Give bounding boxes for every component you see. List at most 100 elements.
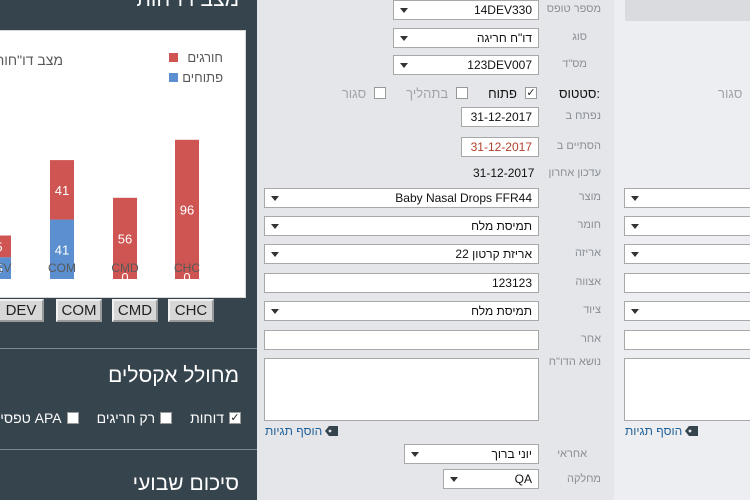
add-tags-link[interactable]: הוסף תגיות bbox=[265, 424, 339, 438]
chevron-down-icon bbox=[631, 309, 639, 314]
excel-generator-title: מחולל אקסלים bbox=[108, 364, 239, 387]
closed-date-input[interactable]: 31-12-2017 bbox=[461, 137, 539, 157]
other-label: אחר bbox=[580, 333, 601, 345]
category-label: CHC bbox=[174, 261, 200, 275]
secondary-status-row: סגור bbox=[718, 85, 750, 101]
status-in-progress-checkbox[interactable] bbox=[456, 87, 469, 99]
bar-label-exceeding: 56 bbox=[118, 231, 132, 246]
serial-number-label: מס"ד bbox=[562, 58, 587, 70]
chart-filter-dev-button[interactable]: DEV bbox=[0, 299, 44, 322]
chevron-down-icon bbox=[400, 36, 408, 41]
bar-label-exceeding: 41 bbox=[55, 183, 69, 198]
secondary-closed-label: סגור bbox=[718, 85, 743, 101]
other-input[interactable] bbox=[264, 330, 539, 350]
excel-option-exceptions-only[interactable]: רק חריגים bbox=[96, 410, 173, 426]
chart-svg: מצב דו"חות חורגיםפתוחים 554141056096 DEV… bbox=[0, 50, 223, 285]
reports-checkbox[interactable]: ✓ bbox=[229, 412, 241, 424]
chart-category-labels: DEV COM CMD CHC bbox=[0, 261, 200, 275]
excel-option-label: טפסי APA bbox=[0, 410, 62, 426]
chevron-down-icon bbox=[400, 8, 408, 13]
chevron-down-icon bbox=[631, 196, 639, 201]
report-type-select[interactable]: דו"ח חריגה bbox=[393, 28, 539, 48]
status-open-label: פתוח bbox=[488, 85, 517, 101]
category-label: CMD bbox=[111, 261, 139, 275]
equipment-select[interactable]: תמיסת מלח bbox=[264, 301, 539, 321]
equipment-label: ציוד bbox=[583, 304, 601, 316]
chevron-down-icon bbox=[631, 224, 639, 229]
status-row: סטטוס: ✓ פתוח בתהליך סגור bbox=[342, 85, 600, 101]
excel-option-reports[interactable]: ✓ דוחות bbox=[190, 410, 241, 426]
bar-label-open: 41 bbox=[55, 242, 69, 257]
legend-swatch bbox=[169, 73, 178, 82]
status-closed-label: סגור bbox=[341, 85, 367, 101]
department-label: מחלקה bbox=[567, 473, 601, 485]
chart-filter-com-button[interactable]: COM bbox=[56, 299, 102, 322]
excel-option-label: רק חריגים bbox=[96, 410, 156, 426]
product-select[interactable]: Baby Nasal Drops FFR44 bbox=[264, 188, 539, 208]
report-subject-textarea[interactable] bbox=[264, 358, 539, 421]
apa-forms-checkbox[interactable] bbox=[66, 412, 79, 424]
add-tags-label: הוסף תגיות bbox=[265, 424, 323, 438]
exceptions-only-checkbox[interactable] bbox=[160, 412, 173, 424]
excel-option-label: דוחות bbox=[190, 410, 224, 426]
chevron-down-icon bbox=[271, 196, 279, 201]
closed-date-label: הסתיים ב bbox=[556, 140, 601, 152]
report-type-label: סוג bbox=[572, 31, 587, 43]
packaging-label: אריזה bbox=[575, 247, 601, 259]
chevron-down-icon bbox=[400, 63, 408, 68]
chart-legend: חורגים פתוחים bbox=[169, 50, 223, 85]
status-closed-checkbox[interactable] bbox=[374, 87, 387, 99]
divider bbox=[0, 348, 257, 349]
add-tags-label: הוסף תגיות bbox=[625, 424, 683, 438]
reports-sidebar: מצב דו"חות מצב דו"חות חורגיםפתוחים 55414… bbox=[0, 0, 257, 500]
chevron-down-icon bbox=[271, 252, 279, 257]
opened-date-input[interactable]: 31-12-2017 bbox=[461, 107, 539, 127]
secondary-packaging-select[interactable] bbox=[624, 244, 750, 264]
chevron-down-icon bbox=[411, 452, 419, 457]
secondary-subject-textarea[interactable] bbox=[624, 358, 750, 421]
report-subject-label: נושא הדו"ח bbox=[548, 356, 601, 368]
legend-swatch bbox=[169, 53, 178, 62]
material-select[interactable]: תמיסת מלח bbox=[264, 216, 539, 236]
excel-options: ✓ דוחות רק חריגים טפסי APA bbox=[0, 410, 241, 426]
product-label: מוצר bbox=[578, 191, 601, 203]
secondary-other-input[interactable] bbox=[624, 330, 750, 350]
chart-bar-labels: 554141056096 bbox=[0, 183, 194, 285]
serial-number-select[interactable]: 123DEV007 bbox=[393, 55, 539, 75]
secondary-equipment-select[interactable] bbox=[624, 301, 750, 321]
department-select[interactable]: QA bbox=[443, 469, 539, 489]
chart-filter-chc-button[interactable]: CHC bbox=[168, 299, 214, 322]
secondary-header-bar bbox=[625, 0, 750, 21]
last-updated-label: עדכון אחרון bbox=[548, 167, 601, 179]
chevron-down-icon bbox=[271, 224, 279, 229]
responsible-select[interactable]: יוני ברוך bbox=[404, 444, 539, 464]
report-form: 14DEV330 מספר טופס דו"ח חריגה סוג 123DEV… bbox=[257, 0, 614, 500]
chevron-down-icon bbox=[631, 252, 639, 257]
reports-status-chart: מצב דו"חות חורגיםפתוחים 554141056096 DEV… bbox=[0, 30, 246, 298]
chevron-down-icon bbox=[450, 477, 458, 482]
secondary-product-select[interactable] bbox=[624, 188, 750, 208]
reports-status-title: מצב דו"חות bbox=[136, 0, 239, 12]
opened-date-label: נפתח ב bbox=[565, 110, 601, 122]
chart-bars bbox=[0, 139, 199, 279]
secondary-add-tags-link[interactable]: הוסף תגיות bbox=[625, 424, 699, 438]
secondary-form: סגור הוסף תגיות bbox=[614, 0, 750, 500]
packaging-select[interactable]: אריזת קרטון 22 bbox=[264, 244, 539, 264]
legend-label: חורגים bbox=[187, 50, 223, 65]
batch-input[interactable]: 123123 bbox=[264, 273, 539, 293]
last-updated-value: 31-12-2017 bbox=[473, 166, 535, 180]
tag-icon bbox=[325, 426, 339, 436]
chevron-down-icon bbox=[271, 309, 279, 314]
status-open-checkbox[interactable]: ✓ bbox=[524, 87, 537, 99]
tag-icon bbox=[685, 426, 699, 436]
form-number-label: מספר טופס bbox=[546, 3, 601, 15]
excel-option-apa-forms[interactable]: טפסי APA bbox=[0, 410, 79, 426]
chart-filter-cmd-button[interactable]: CMD bbox=[112, 299, 158, 322]
form-number-select[interactable]: 14DEV330 bbox=[393, 0, 539, 20]
status-in-progress-label: בתהליך bbox=[406, 85, 449, 101]
bar-label-exceeding: 96 bbox=[180, 202, 194, 217]
secondary-material-select[interactable] bbox=[624, 216, 750, 236]
bar-label-exceeding: 5 bbox=[0, 239, 3, 254]
secondary-batch-input[interactable] bbox=[624, 273, 750, 293]
category-label: COM bbox=[48, 261, 76, 275]
